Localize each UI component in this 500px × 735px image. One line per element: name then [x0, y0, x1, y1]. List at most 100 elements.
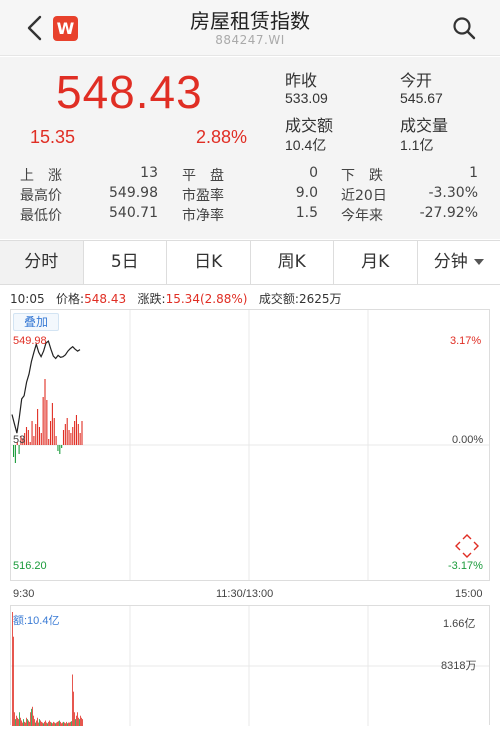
breadth-bar — [33, 436, 35, 445]
volume-bar — [43, 723, 44, 726]
volume-bar — [27, 719, 28, 726]
volume-bar — [31, 708, 32, 726]
open-value: 545.67 — [400, 90, 443, 106]
volume-bar — [76, 715, 77, 726]
breadth-bar — [74, 421, 76, 445]
volume-bar — [22, 722, 23, 726]
breadth-bar — [25, 427, 28, 445]
volume-bar — [77, 712, 78, 726]
tab-monthly-k[interactable]: 月K — [334, 241, 418, 284]
volume-bar — [63, 721, 64, 726]
breadth-bar — [35, 424, 37, 445]
volume-bar — [36, 720, 37, 726]
y-low-label: 516.20 — [13, 560, 47, 572]
tab-daily-k[interactable]: 日K — [167, 241, 251, 284]
search-icon[interactable] — [452, 16, 476, 40]
price-line — [11, 340, 81, 434]
volume-bar — [75, 719, 76, 726]
ytd-label: 今年来 — [341, 208, 383, 224]
prev-close-label: 昨收 — [285, 71, 318, 90]
volume-bar — [40, 720, 41, 726]
volume-bar — [49, 720, 50, 726]
breadth-bar — [61, 445, 63, 448]
volume-value: 1.1亿 — [400, 137, 434, 153]
breadth-bar — [44, 379, 46, 445]
breadth-bar — [75, 415, 77, 445]
stats-row-2: 最高价 549.98 市盈率 9.0 近20日 -3.30% — [0, 185, 500, 205]
x-mid-label: 11:30/13:00 — [216, 588, 274, 600]
price-change: 15.35 — [30, 127, 76, 147]
down-count-value: 1 — [469, 165, 478, 181]
volume-bar — [29, 721, 30, 726]
volume-bar — [46, 722, 47, 726]
volume-bar — [34, 719, 35, 726]
breadth-bar — [77, 424, 79, 445]
breadth-bar — [51, 403, 53, 445]
low-value: 540.71 — [109, 205, 158, 221]
volume-bar — [25, 722, 26, 726]
volume-bar — [45, 720, 46, 726]
volume-chart[interactable] — [10, 605, 490, 726]
d20-value: -3.30% — [428, 185, 478, 201]
tab-5day[interactable]: 5日 — [84, 241, 167, 284]
y-mid-label: 53 — [13, 434, 26, 446]
volume-bar — [80, 715, 81, 726]
volume-bar — [28, 720, 29, 726]
volume-bar — [16, 715, 17, 726]
turnover-value: 10.4亿 — [285, 137, 327, 153]
breadth-bar — [37, 409, 39, 445]
breadth-bar — [70, 433, 72, 445]
y-high-label: 549.98 — [13, 335, 47, 347]
volume-bar — [51, 722, 52, 726]
volume-bar — [79, 719, 80, 726]
volume-bar — [30, 712, 31, 726]
tab-weekly-k[interactable]: 周K — [251, 241, 334, 284]
volume-bar — [74, 712, 75, 726]
volume-bar — [54, 722, 55, 726]
tab-label: 5日 — [110, 252, 139, 272]
turnover-label: 成交额 — [285, 116, 334, 135]
price-chart[interactable] — [10, 309, 490, 581]
pb-label: 市净率 — [182, 208, 224, 224]
price-chart-svg — [11, 310, 489, 580]
volume-bar — [52, 723, 53, 726]
pct-low-label: -3.17% — [448, 560, 483, 572]
info-amount: 2625万 — [298, 292, 342, 306]
volume-bar — [47, 723, 48, 726]
tab-minute[interactable]: 分钟 — [418, 241, 500, 284]
volume-bar — [32, 706, 33, 726]
volume-bar — [58, 721, 59, 726]
overlay-button[interactable]: 叠加 — [13, 313, 59, 331]
tab-label: 日K — [194, 252, 223, 272]
up-count-label: 上 涨 — [20, 168, 62, 184]
volume-bar — [65, 723, 66, 726]
move-arrows-icon[interactable] — [454, 533, 480, 559]
quote-panel: 548.43 15.35 2.88% 昨收 533.09 今开 545.67 成… — [0, 57, 500, 239]
pe-value: 9.0 — [295, 185, 318, 201]
volume-bar — [13, 636, 14, 726]
volume-bar — [64, 722, 65, 726]
tab-label: 分时 — [24, 252, 59, 272]
volume-bar — [69, 722, 70, 726]
open-label: 今开 — [400, 71, 433, 90]
info-time: 10:05 — [10, 292, 45, 306]
breadth-bar — [31, 421, 33, 445]
volume-bar — [53, 721, 54, 726]
volume-bar — [67, 723, 68, 726]
top-bar: W 房屋租赁指数 884247.WI — [0, 0, 500, 56]
ytd-value: -27.92% — [419, 205, 478, 221]
volume-bar — [61, 723, 62, 726]
volume-bar — [70, 721, 71, 726]
volume-bar — [42, 722, 43, 726]
volume-bar — [48, 721, 49, 726]
crosshair-info: 10:05 价格:548.43 涨跌:15.34(2.88%) 成交额:2625… — [10, 290, 341, 307]
stats-row-3: 最低价 540.71 市净率 1.5 今年来 -27.92% — [0, 205, 500, 225]
tab-intraday[interactable]: 分时 — [0, 241, 84, 284]
breadth-bar — [72, 427, 74, 445]
volume-bar — [26, 717, 27, 726]
info-price: 548.43 — [84, 292, 127, 306]
stats-row-1: 上 涨 13 平 盘 0 下 跌 1 — [0, 165, 500, 185]
breadth-bar — [79, 433, 81, 445]
breadth-bar — [66, 418, 68, 445]
period-tabs: 分时 5日 日K 周K 月K 分钟 — [0, 240, 500, 285]
